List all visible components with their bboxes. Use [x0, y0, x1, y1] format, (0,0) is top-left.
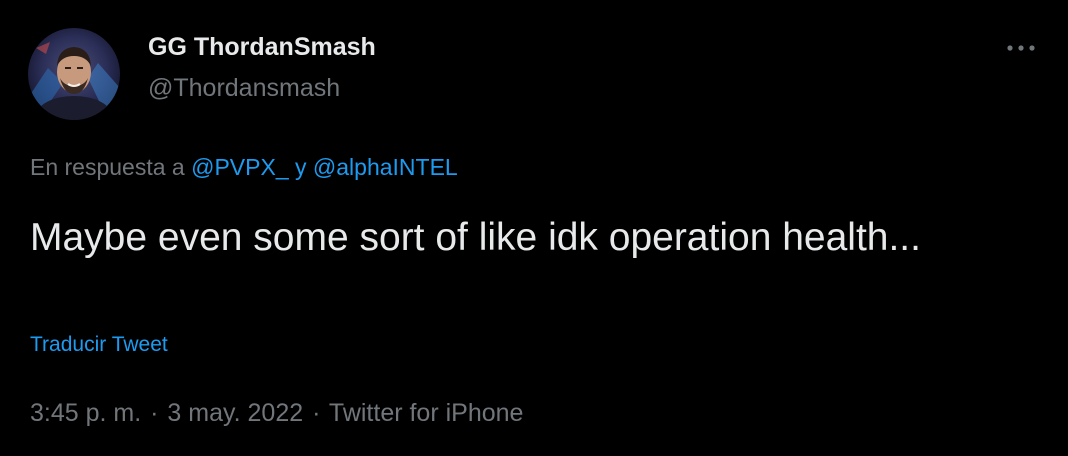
author-avatar[interactable]	[28, 28, 120, 120]
meta-separator: ·	[150, 399, 159, 427]
translate-tweet-link[interactable]: Traducir Tweet	[30, 331, 168, 359]
reply-context: En respuesta a @PVPX_ y @alphaINTEL	[30, 151, 458, 183]
reply-joiner: y	[295, 154, 307, 180]
mention-link-pvpx[interactable]: @PVPX_	[191, 154, 289, 180]
author-display-name[interactable]: GG ThordanSmash	[148, 31, 376, 63]
meta-separator: ·	[312, 399, 321, 427]
tweet-text: Maybe even some sort of like idk operati…	[30, 216, 921, 259]
more-horizontal-icon[interactable]	[1001, 35, 1041, 61]
tweet-time[interactable]: 3:45 p. m.	[30, 399, 141, 427]
tweet-metadata: 3:45 p. m. · 3 may. 2022 · Twitter for i…	[30, 396, 523, 430]
reply-prefix: En respuesta a	[30, 154, 185, 180]
avatar-image	[28, 28, 120, 120]
tweet-date[interactable]: 3 may. 2022	[167, 399, 303, 427]
mention-link-alphaintel[interactable]: @alphaINTEL	[313, 154, 458, 180]
author-handle[interactable]: @Thordansmash	[148, 72, 340, 104]
tweet-source[interactable]: Twitter for iPhone	[329, 399, 524, 427]
tweet-card: GG ThordanSmash @Thordansmash En respues…	[0, 0, 1068, 456]
